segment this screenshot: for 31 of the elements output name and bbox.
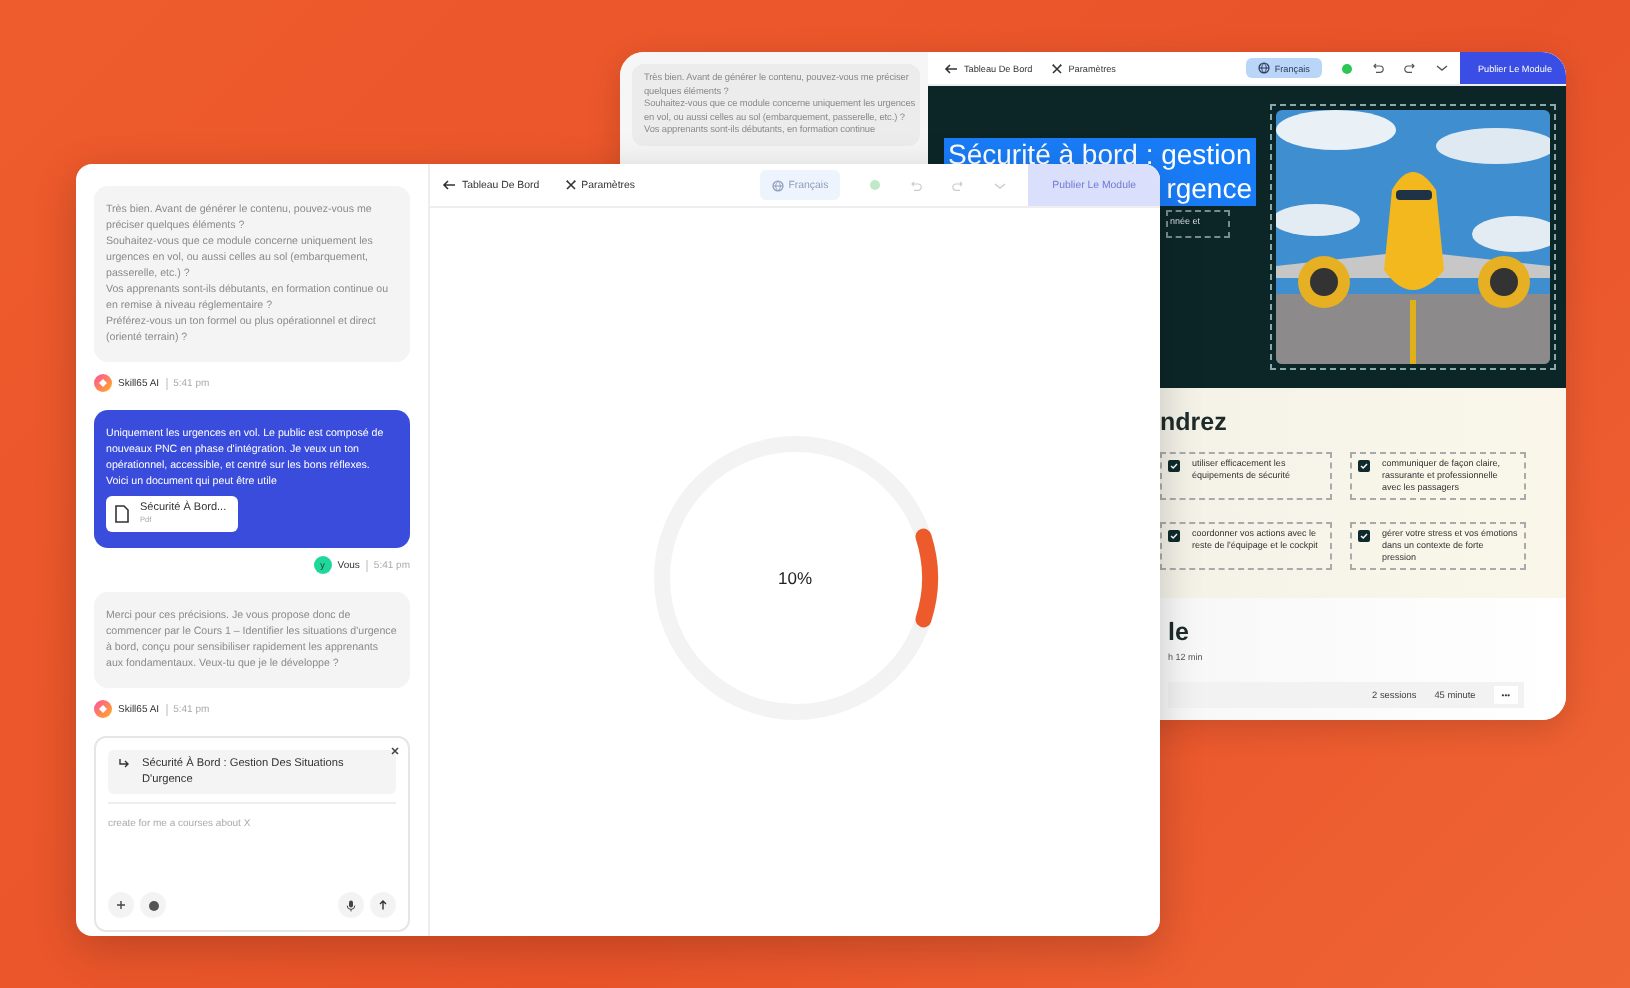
redo-icon[interactable] xyxy=(1403,62,1416,74)
section-heading: le xyxy=(1168,618,1191,646)
document-icon xyxy=(114,504,130,524)
status-dot-icon xyxy=(870,180,881,190)
chevron-down-icon[interactable] xyxy=(1435,64,1448,72)
arrow-up-icon xyxy=(378,900,388,910)
checkbox[interactable] xyxy=(1358,530,1370,542)
checkbox[interactable] xyxy=(1358,460,1370,472)
voice-button[interactable] xyxy=(338,892,364,918)
tools-icon xyxy=(565,180,576,190)
checkbox[interactable] xyxy=(1168,530,1180,542)
undo-icon[interactable] xyxy=(1371,62,1384,74)
globe-icon xyxy=(147,899,159,911)
globe-icon xyxy=(1258,62,1271,74)
add-button[interactable] xyxy=(108,892,134,918)
arrow-left-icon xyxy=(944,63,958,73)
section-heading: ndrez xyxy=(1160,408,1229,436)
send-button[interactable] xyxy=(370,892,396,918)
close-icon[interactable] xyxy=(390,746,400,756)
progress-label: 10% xyxy=(777,568,812,588)
arrow-left-icon xyxy=(442,180,456,190)
tools-icon xyxy=(1052,63,1063,73)
checkbox[interactable] xyxy=(1168,460,1180,472)
microphone-icon xyxy=(346,899,356,911)
globe-icon xyxy=(772,179,785,191)
assistant-avatar-icon xyxy=(94,374,112,392)
web-button[interactable] xyxy=(140,892,166,918)
assistant-avatar-icon xyxy=(94,700,112,718)
plus-icon xyxy=(116,900,126,910)
reply-arrow-icon xyxy=(118,758,130,770)
status-dot-icon xyxy=(1341,63,1352,73)
